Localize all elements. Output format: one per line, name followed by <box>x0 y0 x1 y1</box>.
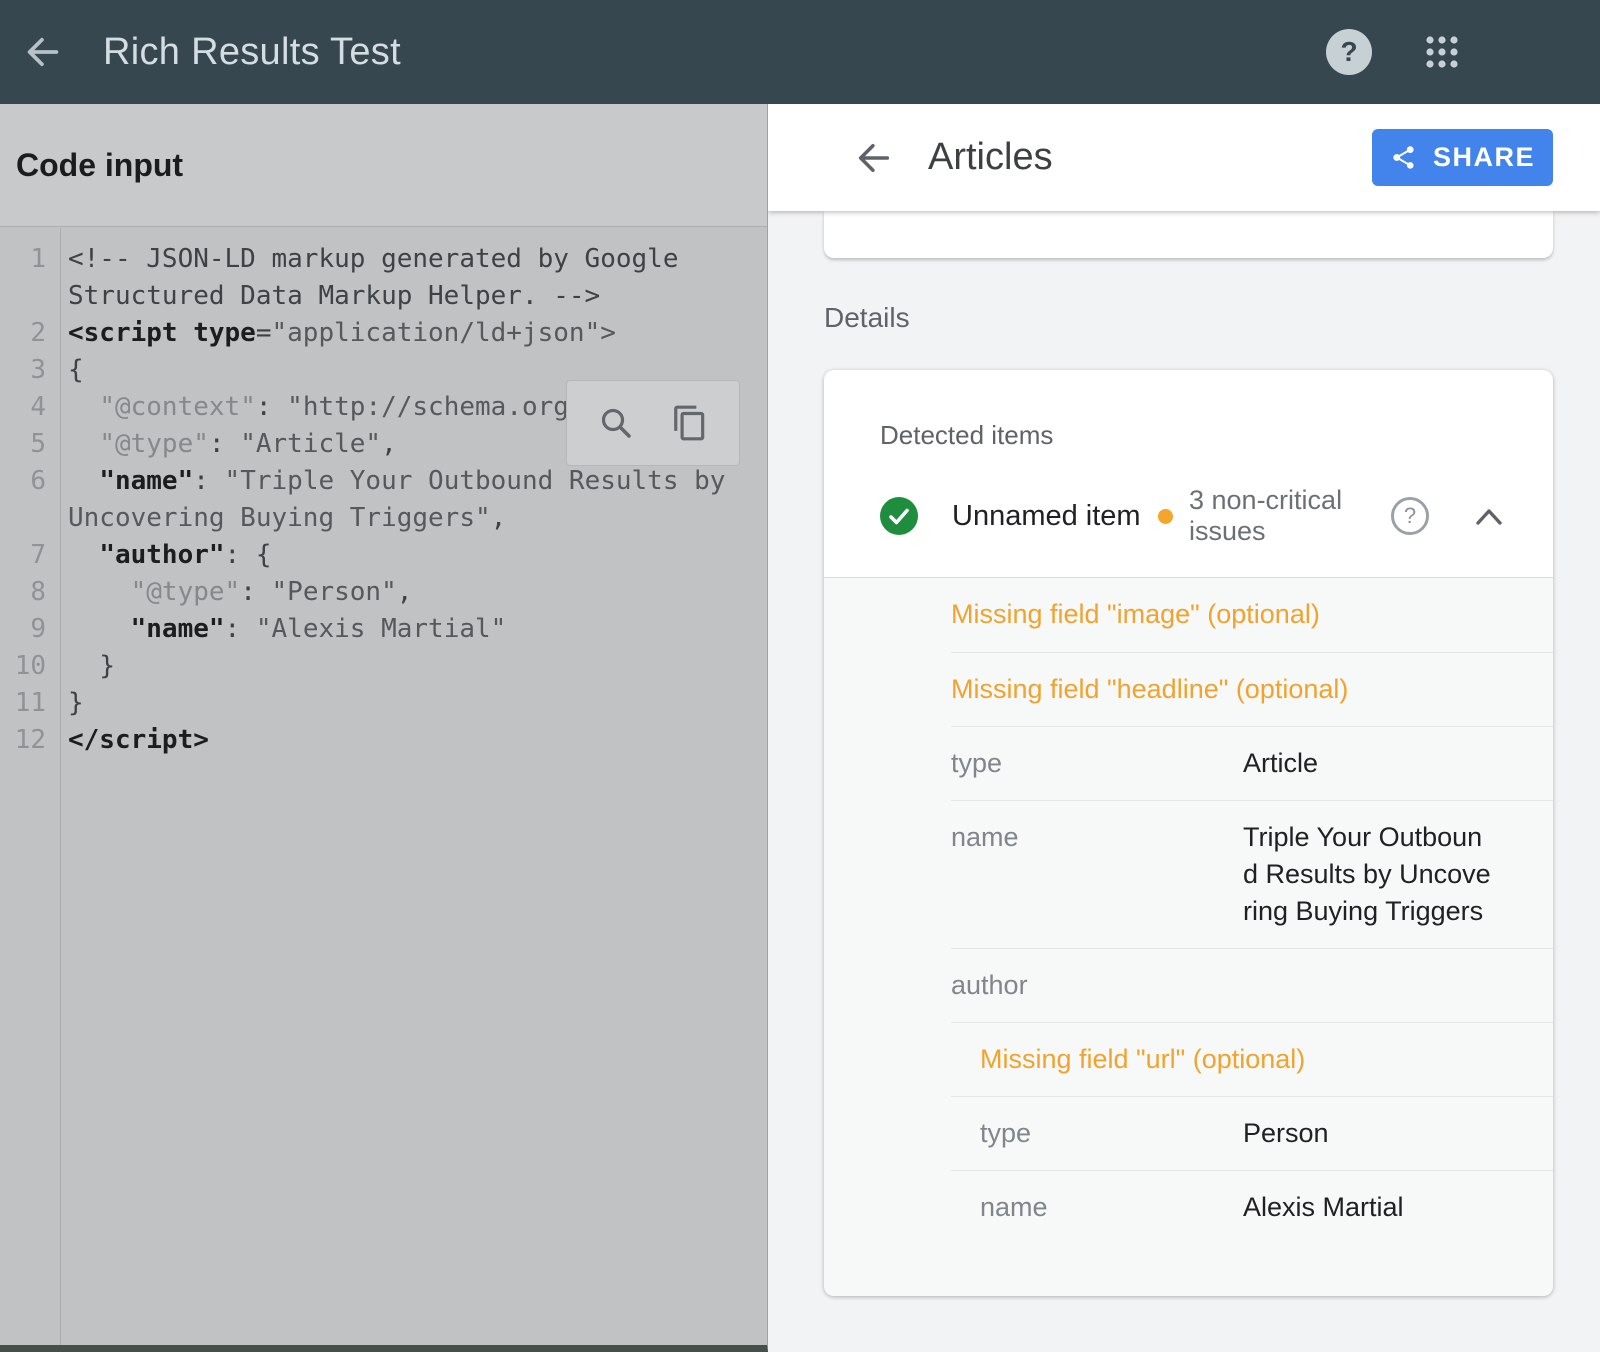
copy-icon <box>671 404 709 442</box>
missing-field-row[interactable]: Missing field "url" (optional) <box>951 1022 1553 1096</box>
success-check-icon <box>880 497 918 535</box>
results-panel: Articles SHARE Details Detected items <box>768 104 1600 1352</box>
app-bar: Rich Results Test ? <box>0 0 1600 104</box>
code-line: 10 } <box>0 648 767 685</box>
line-number: 6 <box>0 463 60 500</box>
code-line: 7 "author": { <box>0 537 767 574</box>
help-icon[interactable]: ? <box>1326 29 1372 75</box>
field-label: type <box>951 745 1243 782</box>
line-number: 1 <box>0 241 60 278</box>
code-lines: 1<!-- JSON-LD markup generated by Google… <box>0 241 767 759</box>
line-number: 11 <box>0 685 60 722</box>
field-value: Triple Your Outbound Results by Uncoveri… <box>1243 819 1493 930</box>
detail-row-type: typeArticle <box>951 726 1553 800</box>
apps-grid-dots <box>1424 34 1460 70</box>
field-label: name <box>951 819 1243 856</box>
code-line-text: "author": { <box>60 537 760 574</box>
code-line: 8 "@type": "Person", <box>0 574 767 611</box>
code-line: 9 "name": "Alexis Martial" <box>0 611 767 648</box>
line-number: 9 <box>0 611 60 648</box>
detected-item-name: Unnamed item <box>952 497 1158 535</box>
detail-row-author: author <box>951 948 1553 1022</box>
back-arrow-icon <box>854 138 894 178</box>
share-icon <box>1390 144 1417 171</box>
line-number: 2 <box>0 315 60 352</box>
code-editor[interactable]: 1<!-- JSON-LD markup generated by Google… <box>0 228 767 1345</box>
partial-card <box>824 211 1553 258</box>
code-input-panel: Code input 1<!-- JSON-LD markup generate… <box>0 104 768 1352</box>
code-copy-button[interactable] <box>671 404 709 442</box>
field-value: Article <box>1243 745 1493 782</box>
issues-count-text: 3 non-critical issues <box>1189 485 1363 547</box>
missing-field-row[interactable]: Missing field "headline" (optional) <box>951 652 1553 726</box>
code-line-text: } <box>60 648 760 685</box>
code-line-text: "@type": "Person", <box>60 574 760 611</box>
results-header: Articles SHARE <box>768 104 1600 211</box>
results-body: Details Detected items Unnamed item 3 no… <box>768 211 1600 1352</box>
field-value: Alexis Martial <box>1243 1189 1493 1226</box>
detected-item-row[interactable]: Unnamed item 3 non-critical issues ? <box>824 477 1553 577</box>
code-line-text: </script> <box>60 722 760 759</box>
field-value: Person <box>1243 1115 1493 1152</box>
code-search-button[interactable] <box>597 404 635 442</box>
line-number: 12 <box>0 722 60 759</box>
code-toolbar <box>566 380 740 466</box>
code-line-text: <script type="application/ld+json"> <box>60 315 760 352</box>
code-line: 11} <box>0 685 767 722</box>
line-number: 5 <box>0 426 60 463</box>
code-line-text: "name": "Triple Your Outbound Results by… <box>60 463 760 537</box>
back-icon[interactable] <box>23 32 63 72</box>
detail-row-name: nameAlexis Martial <box>951 1170 1553 1244</box>
code-input-title: Code input <box>16 147 183 184</box>
detail-row-type: typePerson <box>951 1096 1553 1170</box>
missing-field-row[interactable]: Missing field "image" (optional) <box>951 578 1553 652</box>
line-number: 3 <box>0 352 60 389</box>
line-number: 7 <box>0 537 60 574</box>
detected-items-card: Detected items Unnamed item 3 non-critic… <box>824 370 1553 1296</box>
results-title: Articles <box>928 136 1053 179</box>
detected-items-title: Detected items <box>824 370 1553 477</box>
line-number: 10 <box>0 648 60 685</box>
app-title: Rich Results Test <box>103 31 401 74</box>
collapse-button[interactable] <box>1473 505 1505 527</box>
search-icon <box>597 404 635 442</box>
share-button-label: SHARE <box>1433 142 1535 173</box>
warning-dot-icon <box>1158 509 1173 524</box>
share-button[interactable]: SHARE <box>1372 129 1553 186</box>
missing-field-text[interactable]: Missing field "headline" (optional) <box>951 671 1348 708</box>
field-label: name <box>980 1189 1243 1226</box>
line-number: 8 <box>0 574 60 611</box>
issues-summary: 3 non-critical issues <box>1158 485 1363 547</box>
issues-help-icon[interactable]: ? <box>1391 497 1429 535</box>
details-label: Details <box>824 302 1553 334</box>
back-arrow-icon <box>23 32 63 72</box>
code-line: 1<!-- JSON-LD markup generated by Google… <box>0 241 767 315</box>
missing-field-text[interactable]: Missing field "url" (optional) <box>980 1041 1305 1078</box>
chevron-up-icon <box>1473 505 1505 527</box>
code-line-text: "name": "Alexis Martial" <box>60 611 760 648</box>
line-number: 4 <box>0 389 60 426</box>
detail-row-name: nameTriple Your Outbound Results by Unco… <box>951 800 1553 948</box>
code-line-text: <!-- JSON-LD markup generated by Google … <box>60 241 760 315</box>
code-input-header: Code input <box>0 104 767 227</box>
code-line: 12</script> <box>0 722 767 759</box>
field-label: type <box>980 1115 1243 1152</box>
code-line-text: } <box>60 685 760 722</box>
detail-rows: Missing field "image" (optional) Missing … <box>824 578 1553 1296</box>
code-line: 6 "name": "Triple Your Outbound Results … <box>0 463 767 537</box>
results-back-button[interactable] <box>854 138 894 178</box>
missing-field-text[interactable]: Missing field "image" (optional) <box>951 596 1320 633</box>
gutter-divider <box>60 228 61 1345</box>
field-label: author <box>951 967 1243 1004</box>
apps-grid-icon[interactable] <box>1424 34 1460 70</box>
code-line: 2<script type="application/ld+json"> <box>0 315 767 352</box>
